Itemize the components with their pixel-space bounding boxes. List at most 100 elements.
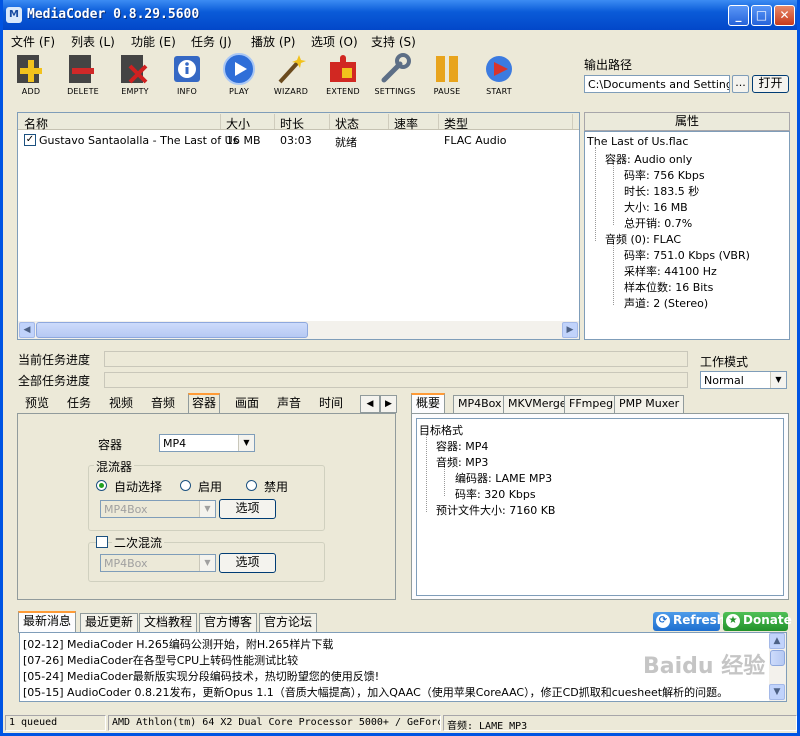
horizontal-scrollbar[interactable]: ◀ ▶ <box>18 321 579 339</box>
radio-enable[interactable] <box>180 480 191 491</box>
extend-button[interactable]: EXTEND <box>317 50 369 100</box>
tab-docs[interactable]: 文档教程 <box>139 613 198 632</box>
refresh-button[interactable]: ⟳ Refresh <box>653 612 725 631</box>
delete-button[interactable]: DELETE <box>57 50 109 100</box>
settings-button[interactable]: SETTINGS <box>369 50 421 100</box>
title-bar[interactable]: M MediaCoder 0.8.29.5600 _ □ ✕ <box>3 0 797 30</box>
add-label: ADD <box>21 87 41 96</box>
menu-support[interactable]: 支持 (S) <box>371 33 416 50</box>
pause-button[interactable]: PAUSE <box>421 50 473 100</box>
tab-picture[interactable]: 画面 <box>235 395 259 413</box>
browse-button[interactable]: ... <box>732 75 749 93</box>
delete-label: DELETE <box>67 87 99 96</box>
column-status[interactable]: 状态 <box>335 115 359 132</box>
muxer-group-label: 混流器 <box>94 458 135 475</box>
news-item[interactable]: [05-15] AudioCoder 0.8.21发布，更新Opus 1.1（音… <box>23 684 728 700</box>
summary-panel: 目标格式 容器: MP4 音频: MP3 编码器: LAME MP3 码率: 3… <box>411 413 789 600</box>
second-mux-select[interactable]: MP4Box ▼ <box>100 554 216 572</box>
tab-time[interactable]: 时间 <box>319 395 343 413</box>
tab-sound[interactable]: 声音 <box>277 395 301 413</box>
container-select[interactable]: MP4 ▼ <box>159 434 255 452</box>
radio-auto[interactable] <box>96 480 107 491</box>
property-file: The Last of Us.flac <box>587 135 689 148</box>
summary-tree[interactable]: 目标格式 容器: MP4 音频: MP3 编码器: LAME MP3 码率: 3… <box>416 418 784 596</box>
news-item[interactable]: [02-12] MediaCoder H.265编码公测开始，附H.265样片下… <box>23 636 333 652</box>
extend-label: EXTEND <box>326 87 360 96</box>
tab-preview[interactable]: 预览 <box>25 395 49 413</box>
tab-latest-news[interactable]: 最新消息 <box>18 611 77 633</box>
tab-scroll-left-icon[interactable]: ◀ <box>360 395 380 413</box>
tab-mp4box[interactable]: MP4Box <box>453 395 507 413</box>
column-size[interactable]: 大小 <box>226 115 250 132</box>
menu-list[interactable]: 列表 (L) <box>71 33 115 50</box>
maximize-button[interactable]: □ <box>751 5 772 26</box>
row-checkbox[interactable]: ✓ <box>24 134 36 146</box>
properties-tree[interactable]: The Last of Us.flac 容器: Audio only 码率: 7… <box>584 131 790 340</box>
play-button[interactable]: PLAY <box>213 50 265 100</box>
scroll-right-icon[interactable]: ▶ <box>562 322 578 338</box>
chevron-down-icon[interactable]: ▼ <box>199 555 215 571</box>
menu-play[interactable]: 播放 (P) <box>251 33 295 50</box>
file-list[interactable]: 名称 大小 时长 状态 速率 类型 ✓ Gustavo Santaolalla … <box>17 112 580 340</box>
second-mux-options-button[interactable]: 选项 <box>219 553 276 573</box>
tab-ffmpeg[interactable]: FFmpeg <box>564 395 619 413</box>
news-item[interactable]: [07-26] MediaCoder在各型号CPU上转码性能测试比较 <box>23 652 298 668</box>
wizard-button[interactable]: WIZARD <box>265 50 317 100</box>
info-button[interactable]: INFO <box>161 50 213 100</box>
start-button[interactable]: START <box>473 50 525 100</box>
tab-audio[interactable]: 音频 <box>151 395 175 413</box>
info-label: INFO <box>176 87 198 96</box>
tab-forum[interactable]: 官方论坛 <box>259 613 318 632</box>
total-progress-label: 全部任务进度 <box>18 374 91 388</box>
column-name[interactable]: 名称 <box>24 115 48 132</box>
menu-task[interactable]: 任务 (J) <box>191 33 232 50</box>
second-mux-checkbox[interactable] <box>96 536 108 548</box>
table-row[interactable]: ✓ Gustavo Santaolalla - The Last of Us 1… <box>18 132 579 149</box>
column-type[interactable]: 类型 <box>444 115 468 132</box>
extend-icon <box>330 55 356 82</box>
tab-task[interactable]: 任务 <box>67 395 91 413</box>
news-item[interactable]: [05-24] MediaCoder最新版实现分段编码技术，热切盼望您的使用反馈… <box>23 668 379 684</box>
tab-container[interactable]: 容器 <box>188 393 221 414</box>
chevron-down-icon[interactable]: ▼ <box>199 501 215 517</box>
donate-button[interactable]: ★ Donate <box>723 612 792 631</box>
column-rate[interactable]: 速率 <box>394 115 418 132</box>
output-path-field[interactable]: C:\Documents and Settings\A <box>584 75 730 93</box>
scroll-up-icon[interactable]: ▲ <box>769 633 785 649</box>
file-status: 就绪 <box>335 136 357 149</box>
tab-pmp-muxer[interactable]: PMP Muxer <box>614 395 685 413</box>
tab-recent-updates[interactable]: 最近更新 <box>80 613 139 632</box>
muxer-options-button[interactable]: 选项 <box>219 499 276 519</box>
menu-file[interactable]: 文件 (F) <box>11 33 55 50</box>
work-mode-select[interactable]: Normal ▼ <box>700 371 787 389</box>
watermark-logo: Baidu 经验 <box>643 654 766 679</box>
tab-scroll-right-icon[interactable]: ▶ <box>380 395 397 413</box>
summary-audio: 音频: MP3 <box>436 456 489 469</box>
wizard-label: WIZARD <box>273 87 309 96</box>
tab-blog[interactable]: 官方博客 <box>199 613 258 632</box>
empty-button[interactable]: EMPTY <box>109 50 161 100</box>
work-mode-label: 工作模式 <box>700 355 749 369</box>
tab-video[interactable]: 视频 <box>109 395 133 413</box>
total-progress-bar <box>104 372 688 388</box>
summary-target: 目标格式 <box>419 424 463 437</box>
chevron-down-icon[interactable]: ▼ <box>770 372 786 388</box>
close-button[interactable]: ✕ <box>774 5 795 26</box>
add-button[interactable]: ADD <box>5 50 57 100</box>
scroll-thumb[interactable] <box>36 322 308 338</box>
tab-summary[interactable]: 概要 <box>411 393 446 414</box>
radio-disable[interactable] <box>246 480 257 491</box>
menu-options[interactable]: 选项 (O) <box>311 33 358 50</box>
minimize-button[interactable]: _ <box>728 5 749 26</box>
menu-bar: 文件 (F) 列表 (L) 功能 (E) 任务 (J) 播放 (P) 选项 (O… <box>3 30 797 50</box>
column-duration[interactable]: 时长 <box>280 115 304 132</box>
property-samplerate: 采样率: 44100 Hz <box>624 265 717 278</box>
tree-line <box>426 434 427 512</box>
chevron-down-icon[interactable]: ▼ <box>238 435 254 451</box>
scroll-left-icon[interactable]: ◀ <box>19 322 35 338</box>
muxer-select[interactable]: MP4Box ▼ <box>100 500 216 518</box>
menu-function[interactable]: 功能 (E) <box>131 33 176 50</box>
tab-mkvmerge[interactable]: MKVMerge <box>503 395 572 413</box>
open-folder-button[interactable]: 打开 <box>752 75 789 93</box>
summary-bitrate: 码率: 320 Kbps <box>455 488 536 501</box>
